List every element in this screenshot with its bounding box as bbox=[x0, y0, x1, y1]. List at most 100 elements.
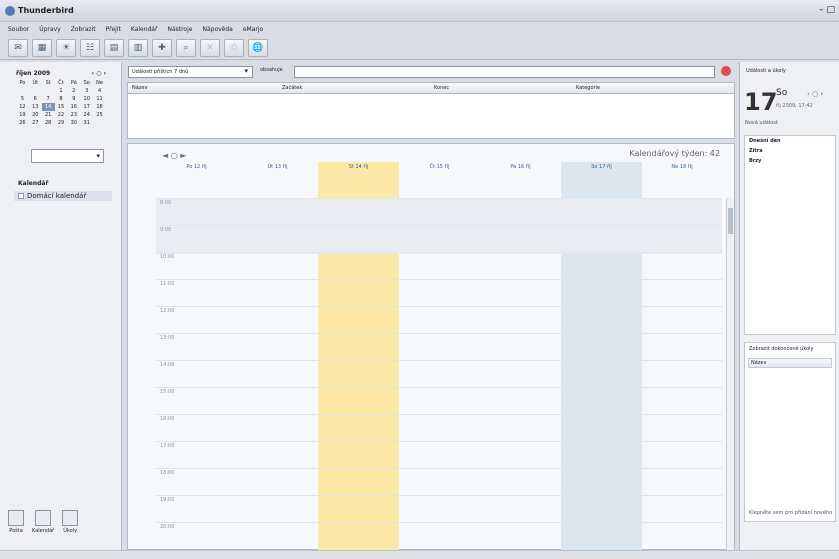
scroll-thumb[interactable] bbox=[728, 208, 733, 234]
col-end[interactable]: Konec bbox=[430, 85, 572, 91]
status-bar bbox=[0, 550, 839, 559]
chevron-down-icon: ▾ bbox=[244, 67, 248, 75]
tasks-panel: Zobrazit dokončené úkoly Název Klepněte … bbox=[744, 342, 836, 522]
events-table bbox=[127, 94, 735, 139]
menu-upravy[interactable]: Úpravy bbox=[39, 26, 60, 33]
time-label: 16:00 bbox=[160, 416, 175, 422]
week-view: ◄ ○ ► Kalendářový týden: 42 Po 12 říj Út… bbox=[127, 143, 735, 552]
new-task-icon[interactable]: ✚ bbox=[152, 38, 172, 57]
events-table-header: Název Začátek Konec Kategorie bbox=[127, 82, 735, 94]
search-icon[interactable]: ⌕ bbox=[176, 38, 196, 57]
time-label: 15:00 bbox=[160, 389, 175, 395]
time-label: 14:00 bbox=[160, 362, 175, 368]
col-category[interactable]: Kategorie bbox=[572, 85, 722, 91]
menu-prejit[interactable]: Přejít bbox=[106, 26, 121, 33]
week-scrollbar[interactable] bbox=[726, 198, 734, 550]
col-start[interactable]: Začátek bbox=[278, 85, 430, 91]
chevron-down-icon: ▾ bbox=[96, 152, 100, 160]
time-label: 11:00 bbox=[160, 281, 175, 287]
maximize-icon[interactable]: □ bbox=[826, 5, 835, 15]
time-label: 8:00 bbox=[160, 200, 172, 206]
menu-emarjo[interactable]: eMarjo bbox=[243, 26, 263, 33]
delete-icon[interactable]: ✕ bbox=[200, 38, 220, 57]
mode-switcher: Pošta Kalendář Úkoly bbox=[8, 510, 79, 534]
today-pane-header: Události a úkoly bbox=[746, 68, 786, 74]
toolbar: ✉ ▦ ☀ ☷ ▤ ▥ ✚ ⌕ ✕ ⎙ 🌐 bbox=[0, 36, 839, 60]
day-header: Po 12 říj bbox=[186, 164, 207, 170]
minimize-icon[interactable]: – bbox=[819, 5, 824, 15]
add-task-hint[interactable]: Klepněte sem pro přidání nového bbox=[749, 510, 832, 516]
contains-label: obsahuje bbox=[260, 67, 283, 73]
today-date: říj 2009, 17:42 bbox=[776, 103, 813, 109]
show-completed-toggle[interactable]: Zobrazit dokončené úkoly bbox=[745, 343, 835, 355]
filter-bar: Události příštích 7 dnů ▾ obsahuje bbox=[122, 62, 738, 80]
calendar-checkbox[interactable] bbox=[18, 193, 24, 199]
tasks-icon bbox=[62, 510, 79, 526]
task-col-name[interactable]: Název bbox=[751, 360, 766, 366]
day-header: Út 13 říj bbox=[267, 164, 288, 170]
time-label: 13:00 bbox=[160, 335, 175, 341]
menu-soubor[interactable]: Soubor bbox=[8, 26, 29, 33]
day-columns: Po 12 říj Út 13 říj St 14 říj Čt 15 říj … bbox=[156, 162, 722, 552]
time-grid: 8:00 9:00 10:00 11:00 12:00 13:00 14:00 … bbox=[156, 198, 722, 552]
multiweek-icon[interactable]: ▥ bbox=[128, 38, 148, 57]
today-day-of-week: So bbox=[776, 88, 788, 98]
mail-icon[interactable]: ✉ bbox=[8, 38, 28, 57]
left-pane: říjen 2009 ‹ ○ › Po Út St Čt Pá So Ne 1234 567… bbox=[0, 62, 122, 550]
events-range-select[interactable]: Události příštích 7 dnů ▾ bbox=[128, 66, 253, 78]
day-header: Čt 15 říj bbox=[429, 164, 450, 170]
menu-zobrazit[interactable]: Zobrazit bbox=[71, 26, 96, 33]
day-header: So 17 říj bbox=[591, 164, 612, 170]
calendar-dropdown[interactable]: ▾ bbox=[31, 149, 104, 163]
mode-tasks[interactable]: Úkoly bbox=[62, 510, 79, 534]
window-controls: – □ bbox=[819, 5, 835, 15]
mini-calendar-grid: Po Út St Čt Pá So Ne 1234 5 6 7 8 9 10 11 12 13 14 15 16… bbox=[19, 80, 103, 126]
new-event-button[interactable]: Nová událost bbox=[745, 120, 778, 126]
day-header: Pá 16 říj bbox=[510, 164, 531, 170]
close-icon[interactable] bbox=[721, 66, 731, 76]
mode-mail[interactable]: Pošta bbox=[8, 510, 24, 534]
agenda-list: Dnešní den Zítra Brzy bbox=[744, 135, 836, 335]
menu-nastroje[interactable]: Nástroje bbox=[167, 26, 192, 33]
today-pane: Události a úkoly 17 So říj 2009, 17:42 ‹… bbox=[739, 62, 839, 550]
calendar-list-item[interactable]: Domácí kalendář bbox=[14, 191, 112, 201]
title-bar: Thunderbird – □ bbox=[0, 0, 839, 22]
mail-icon bbox=[8, 510, 24, 526]
time-label: 19:00 bbox=[160, 497, 175, 503]
print-icon[interactable]: ⎙ bbox=[224, 38, 244, 57]
week-nav[interactable]: ◄ ○ ► bbox=[162, 151, 186, 160]
today-big-date: 17 bbox=[744, 88, 778, 116]
today-icon[interactable]: ☀ bbox=[56, 38, 76, 57]
subscribe-icon[interactable]: 🌐 bbox=[248, 38, 268, 57]
col-name[interactable]: Název bbox=[128, 85, 278, 91]
search-input[interactable] bbox=[294, 66, 715, 78]
mini-calendar-month: říjen 2009 bbox=[16, 70, 51, 77]
agenda-group-today[interactable]: Dnešní den bbox=[745, 136, 835, 146]
time-label: 9:00 bbox=[160, 227, 172, 233]
time-label: 10:00 bbox=[160, 254, 175, 260]
menu-bar: Soubor Úpravy Zobrazit Přejít Kalendář N… bbox=[0, 22, 839, 36]
window-title: Thunderbird bbox=[18, 6, 74, 15]
menu-kalendar[interactable]: Kalendář bbox=[131, 26, 158, 33]
month-icon[interactable]: ▤ bbox=[104, 38, 124, 57]
agenda-group-soon[interactable]: Brzy bbox=[745, 156, 835, 166]
mini-calendar: říjen 2009 ‹ ○ › Po Út St Čt Pá So Ne 1234 567… bbox=[16, 70, 106, 127]
week-icon[interactable]: ☷ bbox=[80, 38, 100, 57]
mini-calendar-today: 14 bbox=[41, 103, 55, 111]
thunderbird-icon bbox=[5, 6, 15, 16]
today-nav[interactable]: ‹ ○ › bbox=[807, 90, 823, 98]
calendar-list-header: Kalendář bbox=[18, 180, 49, 187]
mini-calendar-nav[interactable]: ‹ ○ › bbox=[92, 70, 106, 77]
morning-band bbox=[156, 198, 722, 254]
day-header: Ne 18 říj bbox=[671, 164, 693, 170]
time-label: 12:00 bbox=[160, 308, 175, 314]
time-label: 17:00 bbox=[160, 443, 175, 449]
time-label: 20:00 bbox=[160, 524, 175, 530]
calendar-item-label: Domácí kalendář bbox=[27, 192, 87, 200]
time-label: 18:00 bbox=[160, 470, 175, 476]
menu-napoveda[interactable]: Nápověda bbox=[202, 26, 232, 33]
task-columns: Název bbox=[748, 358, 832, 368]
calendar-icon[interactable]: ▦ bbox=[32, 38, 52, 57]
mode-calendar[interactable]: Kalendář bbox=[32, 510, 54, 534]
agenda-group-tomorrow[interactable]: Zítra bbox=[745, 146, 835, 156]
